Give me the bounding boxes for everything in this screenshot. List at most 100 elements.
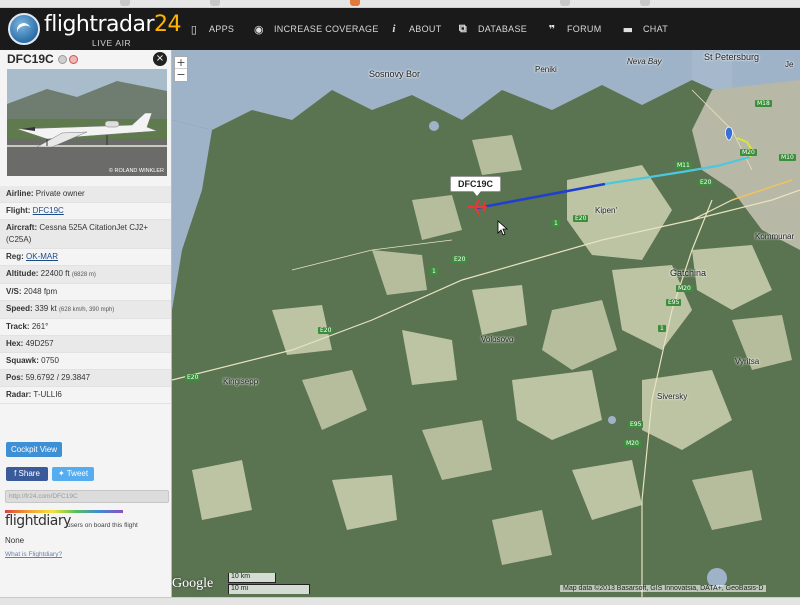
road-shield: 1 [552, 220, 560, 227]
place-label: Kommunar [755, 232, 795, 241]
eye-icon: ◉ [254, 22, 264, 36]
flightradar-page: flightradar24 LIVE AIR TRAFFIC ▯ APPS ◉ … [0, 0, 800, 605]
zoom-control: + − [174, 56, 188, 82]
logo-text: flightradar24 [44, 12, 182, 37]
detail-row-squawk: Squawk: 0750 [0, 353, 171, 370]
browser-tab[interactable] [210, 0, 220, 6]
road-shield: M20 [740, 149, 757, 156]
detail-row-reg: Reg: OK-MAR [0, 249, 171, 266]
place-label: Vyritsa [735, 357, 760, 366]
browser-tab[interactable] [120, 0, 130, 6]
nav-label: APPS [209, 24, 235, 34]
place-label: Sosnovy Bor [369, 69, 421, 79]
road-shield: M18 [755, 100, 772, 107]
map-canvas[interactable] [172, 50, 800, 605]
flightdiary-logo[interactable]: flightdiary [5, 513, 71, 529]
place-label: Gatchina [670, 268, 707, 278]
nav-label: DATABASE [478, 24, 528, 34]
road-shield: M20 [624, 440, 641, 447]
twitter-bird-icon: ✦ [57, 469, 65, 478]
flight-info-panel: DFC19C × © ROLAND WINKLER Airline: Priva… [0, 50, 172, 605]
nav-increase-coverage[interactable]: ◉ INCREASE COVERAGE [251, 8, 379, 50]
place-label: St Petersburg [704, 52, 760, 62]
nav-label: INCREASE COVERAGE [274, 24, 379, 34]
road-shield: M10 [779, 154, 796, 161]
panel-status-icons [58, 55, 78, 64]
road-shield: E20 [698, 179, 714, 186]
share-url-field[interactable]: http://fr24.com/DFC19C [5, 490, 169, 503]
clock-icon[interactable] [58, 55, 67, 64]
aircraft-photo-image [7, 69, 167, 176]
nav-database[interactable]: ⧉ DATABASE [455, 8, 527, 50]
top-navigation-bar: flightradar24 LIVE AIR TRAFFIC ▯ APPS ◉ … [0, 8, 800, 58]
close-panel-button[interactable]: × [153, 52, 167, 66]
browser-tab[interactable] [560, 0, 570, 6]
road-shield: E20 [318, 327, 334, 334]
detail-row-airline: Airline: Private owner [0, 186, 171, 203]
flightradar24-logo[interactable]: flightradar24 LIVE AIR TRAFFIC [8, 12, 182, 58]
zoom-out-button[interactable]: − [175, 69, 187, 81]
photo-credit: © ROLAND WINKLER [108, 168, 164, 174]
place-label: Siversky [657, 392, 688, 401]
scale-mi: 10 mi [228, 584, 310, 594]
road-shield: 1 [430, 268, 438, 275]
registration-link[interactable]: OK-MAR [26, 252, 58, 261]
browser-tab-strip [0, 0, 800, 8]
nav-label: CHAT [643, 24, 669, 34]
browser-status-strip [0, 597, 800, 605]
detail-row-radar: Radar: T-ULLI6 [0, 387, 171, 404]
scale-km: 10 km [228, 573, 276, 583]
flightdiary-users-value: None [5, 536, 25, 545]
mouse-cursor-icon [497, 220, 509, 236]
road-shield: M11 [675, 162, 692, 169]
place-label: Peniki [535, 65, 557, 74]
alert-icon[interactable] [69, 55, 78, 64]
flight-callsign-label[interactable]: DFC19C [450, 176, 502, 196]
detail-row-vs: V/S: 2048 fpm [0, 284, 171, 301]
tweet-button[interactable]: ✦ Tweet [52, 467, 94, 481]
panel-header: DFC19C × [0, 50, 171, 68]
map-scale-bar: 10 km 10 mi [228, 573, 312, 597]
cockpit-view-button[interactable]: Cockpit View [6, 442, 62, 457]
detail-row-flight: Flight: DFC19C [0, 203, 171, 220]
road-shield: E95 [666, 299, 682, 306]
road-shield: M20 [676, 285, 693, 292]
detail-row-altitude: Altitude: 22400 ft (6828 m) [0, 266, 171, 284]
nav-apps[interactable]: ▯ APPS [186, 8, 234, 50]
road-shield: E20 [185, 374, 201, 381]
flight-link[interactable]: DFC19C [33, 206, 64, 215]
flight-details-list: Airline: Private owner Flight: DFC19C Ai… [0, 186, 171, 404]
chat-bubble-icon: ▬ [622, 22, 634, 36]
place-label: Neva Bay [627, 57, 662, 66]
road-shield: E95 [628, 421, 644, 428]
nav-chat[interactable]: ▬ CHAT [620, 8, 668, 50]
map-attribution[interactable]: Map data ©2013 Basarsoft, GIS Innovatsia… [560, 585, 767, 592]
detail-row-track: Track: 261° [0, 319, 171, 336]
globe-icon [8, 13, 40, 45]
what-is-flightdiary-link[interactable]: What is Flightdiary? [5, 551, 62, 558]
detail-row-hex: Hex: 49D257 [0, 336, 171, 353]
database-icon: ⧉ [458, 22, 468, 35]
detail-row-pos: Pos: 59.6792 / 29.3847 [0, 370, 171, 387]
quote-icon: ❞ [548, 22, 556, 36]
nav-about[interactable]: i ABOUT [386, 8, 442, 50]
info-icon: i [392, 23, 396, 35]
phone-icon: ▯ [190, 22, 198, 36]
facebook-icon: f [14, 469, 17, 478]
place-label: Kipen' [595, 206, 617, 215]
road-shield: 1 [658, 325, 666, 332]
nav-label: ABOUT [409, 24, 442, 34]
facebook-share-button[interactable]: f Share [6, 467, 48, 481]
browser-tab-active[interactable] [350, 0, 360, 6]
aircraft-photo[interactable]: © ROLAND WINKLER [7, 69, 167, 176]
detail-row-aircraft: Aircraft: Cessna 525A CitationJet CJ2+ (… [0, 220, 171, 249]
nav-label: FORUM [567, 24, 602, 34]
road-shield: E20 [573, 215, 589, 222]
browser-tab[interactable] [640, 0, 650, 6]
nav-forum[interactable]: ❞ FORUM [544, 8, 602, 50]
place-label: Je [785, 60, 794, 69]
place-label: Kingisepp [223, 377, 259, 386]
aircraft-icon[interactable] [466, 198, 488, 216]
map-terrain [172, 50, 800, 605]
place-label: Volosovo [481, 335, 514, 344]
